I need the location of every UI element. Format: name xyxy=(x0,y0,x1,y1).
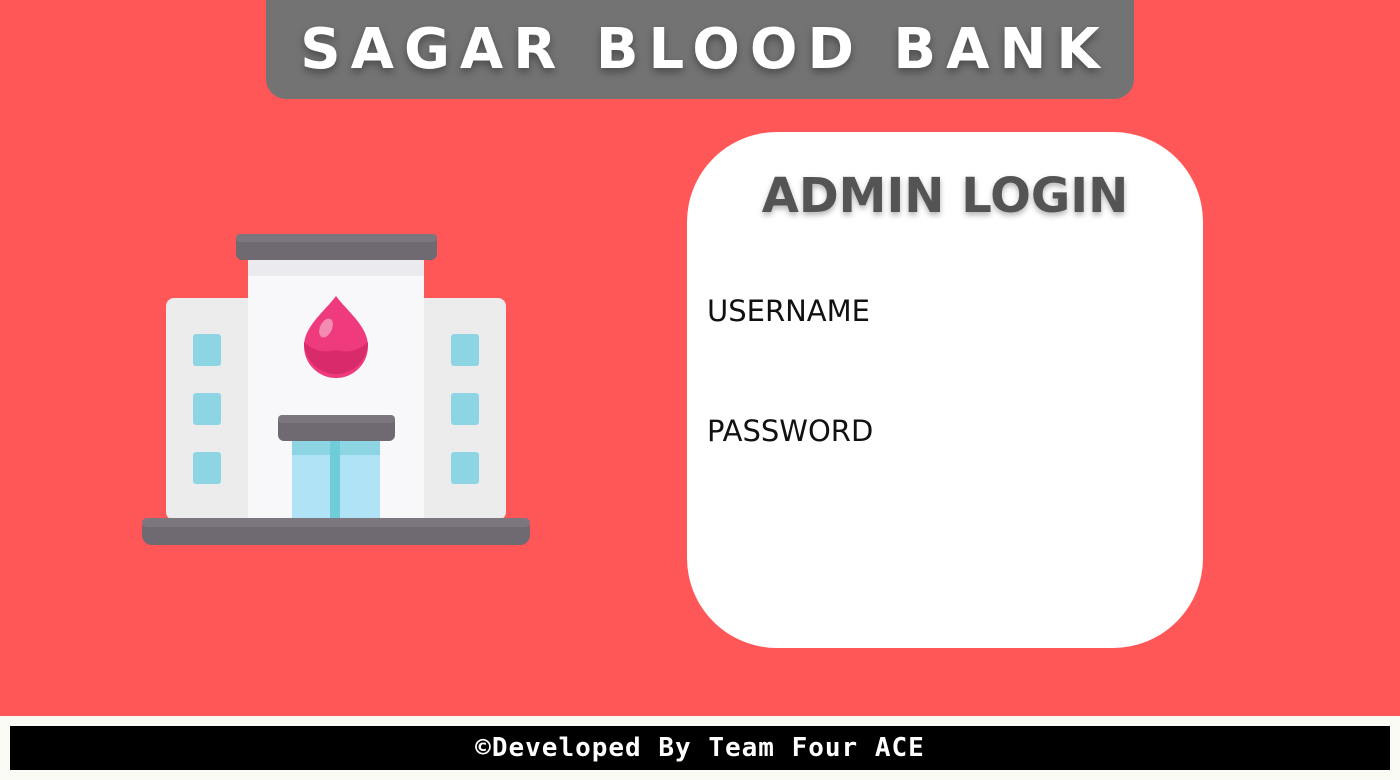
password-label: PASSWORD xyxy=(707,414,874,448)
blood-bank-building-icon xyxy=(140,230,532,548)
title-bar: SAGAR BLOOD BANK xyxy=(266,0,1134,99)
username-input[interactable] xyxy=(707,336,1181,372)
footer-bar: ©Developed By Team Four ACE xyxy=(10,726,1390,770)
footer-credit: ©Developed By Team Four ACE xyxy=(475,733,925,763)
admin-login-card: ADMIN LOGIN USERNAME PASSWORD xyxy=(687,132,1203,648)
username-label: USERNAME xyxy=(707,294,870,328)
main-background: SAGAR BLOOD BANK ADMIN LOGIN USERNAME PA… xyxy=(0,0,1400,716)
login-heading: ADMIN LOGIN xyxy=(761,168,1129,224)
password-input[interactable] xyxy=(707,456,1181,492)
app-title: SAGAR BLOOD BANK xyxy=(300,17,1110,82)
